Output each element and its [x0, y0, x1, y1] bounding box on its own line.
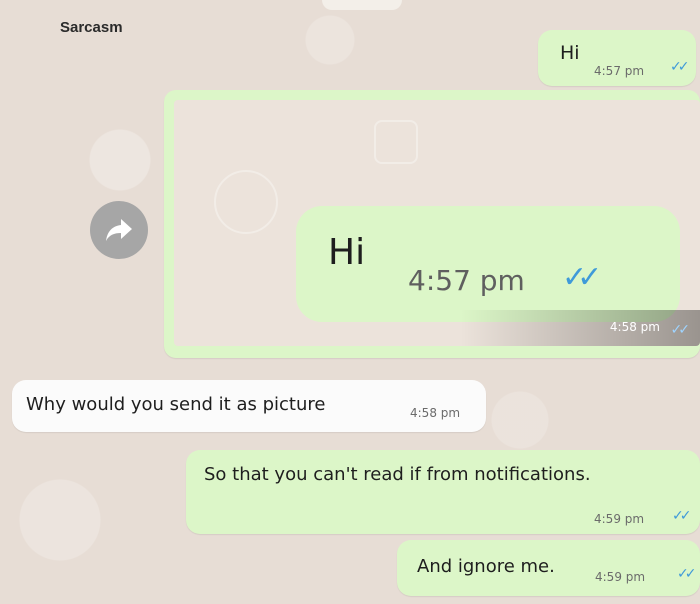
double-check-icon: ✓✓: [562, 260, 602, 295]
double-check-icon: ✓✓: [677, 566, 697, 582]
outgoing-message-hi[interactable]: Hi 4:57 pm ✓✓: [538, 30, 696, 86]
image-message-text: Hi: [328, 232, 366, 273]
message-text: Hi: [560, 42, 580, 64]
message-time: 4:59 pm: [594, 512, 645, 526]
screenshot-image[interactable]: Hi 4:57 pm ✓✓ 4:58 pm ✓✓: [174, 100, 700, 346]
message-time: 4:58 pm: [609, 320, 660, 334]
image-message-time: 4:57 pm: [408, 264, 525, 297]
message-time: 4:59 pm: [595, 570, 646, 584]
double-check-icon: ✓✓: [670, 59, 690, 75]
message-text: So that you can't read if from notificat…: [204, 464, 591, 485]
double-check-icon: ✓✓: [672, 508, 692, 524]
message-time: 4:58 pm: [410, 406, 461, 420]
message-time: 4:57 pm: [594, 64, 645, 78]
wallpaper-doodle: [214, 170, 278, 234]
forward-arrow-icon: [106, 219, 132, 241]
image-overlay-gradient: [460, 310, 700, 346]
outgoing-message[interactable]: And ignore me. 4:59 pm ✓✓: [397, 540, 700, 596]
wallpaper-doodle: [374, 120, 418, 164]
image-message-bubble: Hi 4:57 pm ✓✓: [296, 206, 680, 322]
incoming-message[interactable]: Why would you send it as picture 4:58 pm: [12, 380, 486, 432]
message-text: And ignore me.: [417, 556, 555, 577]
message-text: Why would you send it as picture: [26, 394, 326, 415]
double-check-icon: ✓✓: [670, 322, 691, 338]
outgoing-image-message[interactable]: Hi 4:57 pm ✓✓ 4:58 pm ✓✓: [164, 90, 700, 358]
forward-button[interactable]: [90, 201, 148, 259]
contact-name: Sarcasm: [60, 19, 123, 36]
previous-message-stub: [322, 0, 402, 10]
outgoing-message[interactable]: So that you can't read if from notificat…: [186, 450, 700, 534]
